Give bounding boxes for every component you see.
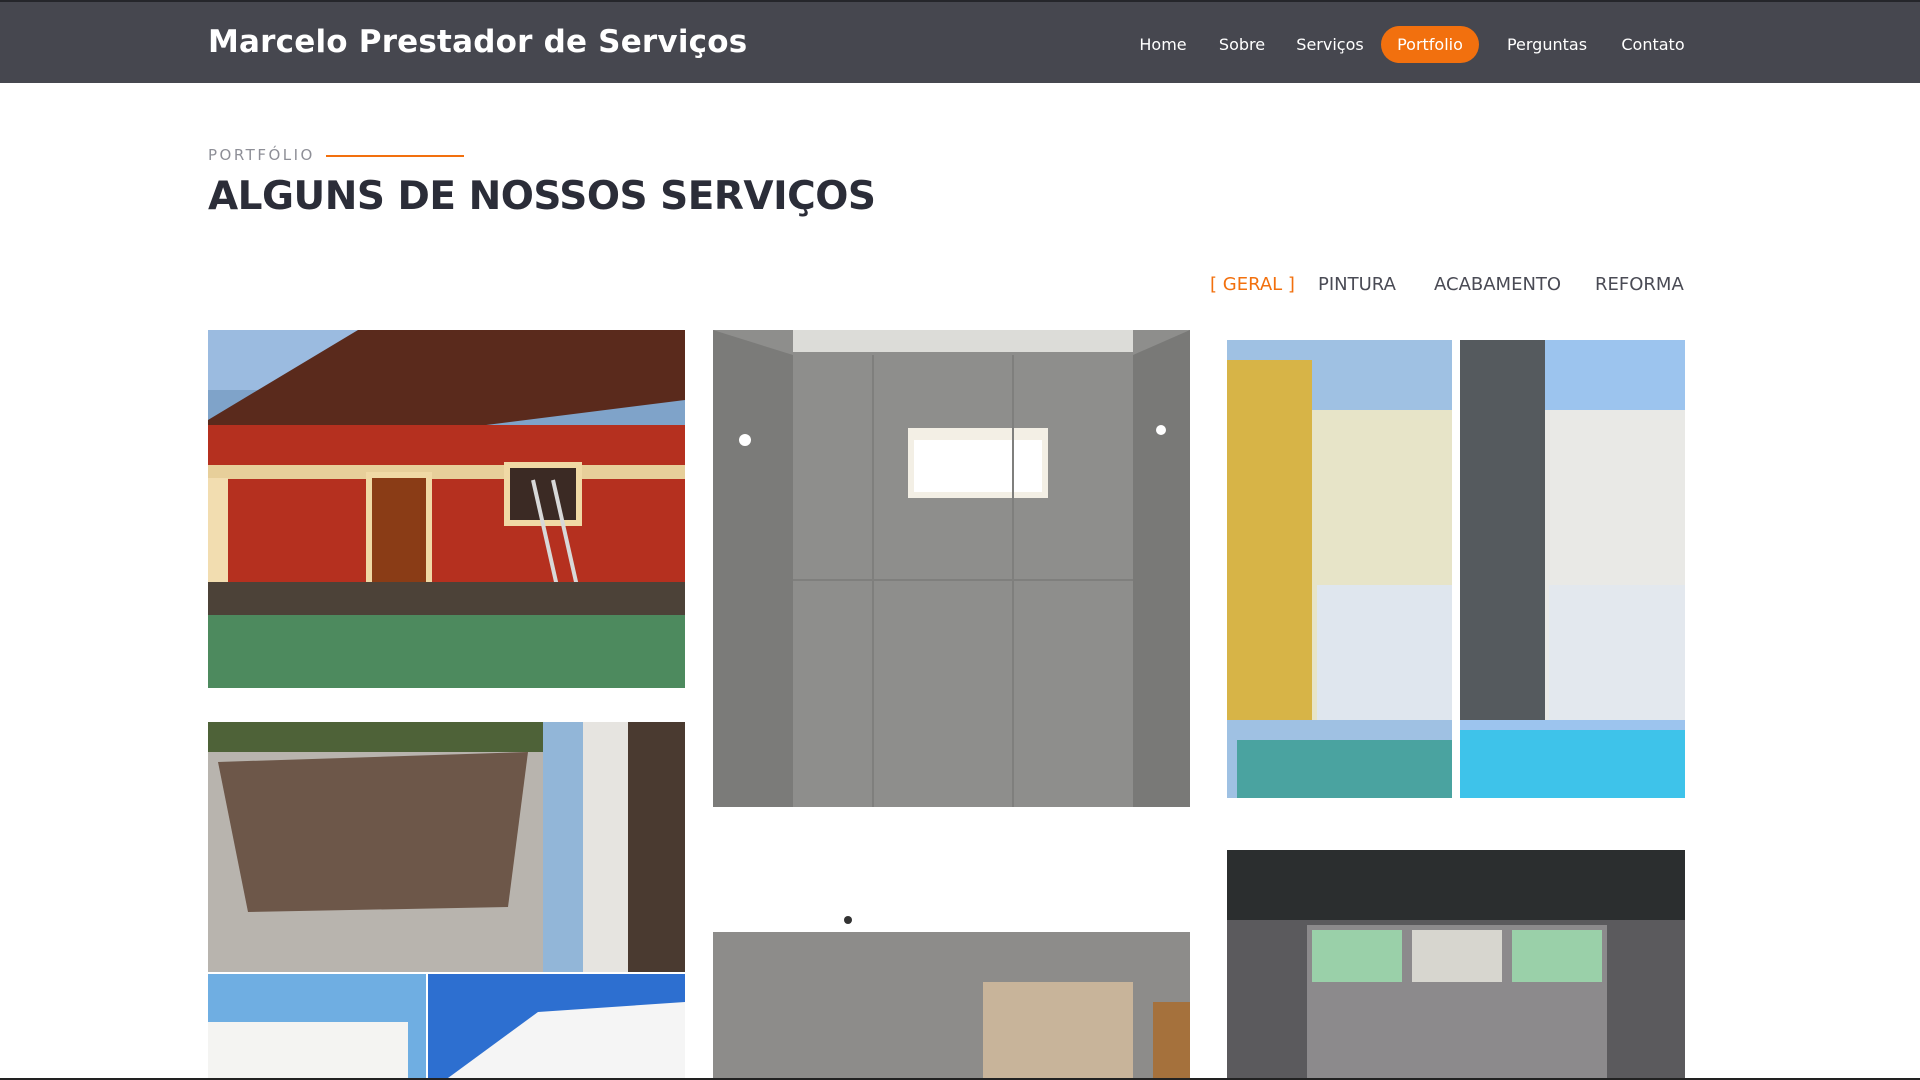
- filter-reforma[interactable]: REFORMA: [1595, 274, 1684, 295]
- gallery-item-red-house[interactable]: [208, 330, 685, 688]
- nav-servicos[interactable]: Serviços: [1287, 26, 1373, 63]
- red-brick-house-photo: [208, 330, 685, 688]
- nav-portfolio[interactable]: Portfolio: [1381, 26, 1479, 63]
- deck-facade-collage-photo: [208, 722, 685, 1078]
- gallery-item-deck-facade[interactable]: [208, 722, 685, 1078]
- nav-contato[interactable]: Contato: [1613, 26, 1693, 63]
- gallery-item-house-pool[interactable]: [1227, 340, 1685, 798]
- concrete-wall-window-photo: [713, 330, 1190, 807]
- warehouse-stained-glass-photo: [1227, 850, 1685, 1078]
- nav-home[interactable]: Home: [1125, 26, 1201, 63]
- gallery-item-concrete-wall[interactable]: [713, 330, 1190, 807]
- gallery-item-interior[interactable]: [713, 842, 1190, 1078]
- brand-logo-text[interactable]: Marcelo Prestador de Serviços: [208, 24, 747, 60]
- top-navbar: Marcelo Prestador de Serviços Home Sobre…: [0, 0, 1920, 83]
- section-eyebrow: PORTFÓLIO: [208, 146, 315, 164]
- eyebrow-divider: [326, 155, 464, 157]
- portfolio-filters: [ GERAL ] PINTURA ACABAMENTO REFORMA: [1200, 274, 1690, 304]
- filter-pintura[interactable]: PINTURA: [1318, 274, 1396, 295]
- gallery-item-warehouse[interactable]: [1227, 850, 1685, 1078]
- house-pool-before-after-photo: [1227, 340, 1685, 798]
- filter-acabamento[interactable]: ACABAMENTO: [1434, 274, 1561, 295]
- section-title: ALGUNS DE NOSSOS SERVIÇOS: [208, 174, 876, 219]
- main-nav: Home Sobre Serviços Portfolio Perguntas …: [1110, 26, 1690, 64]
- filter-geral[interactable]: [ GERAL ]: [1210, 274, 1295, 295]
- nav-sobre[interactable]: Sobre: [1211, 26, 1273, 63]
- interior-ceiling-photo: [713, 842, 1190, 1078]
- nav-perguntas[interactable]: Perguntas: [1491, 26, 1603, 63]
